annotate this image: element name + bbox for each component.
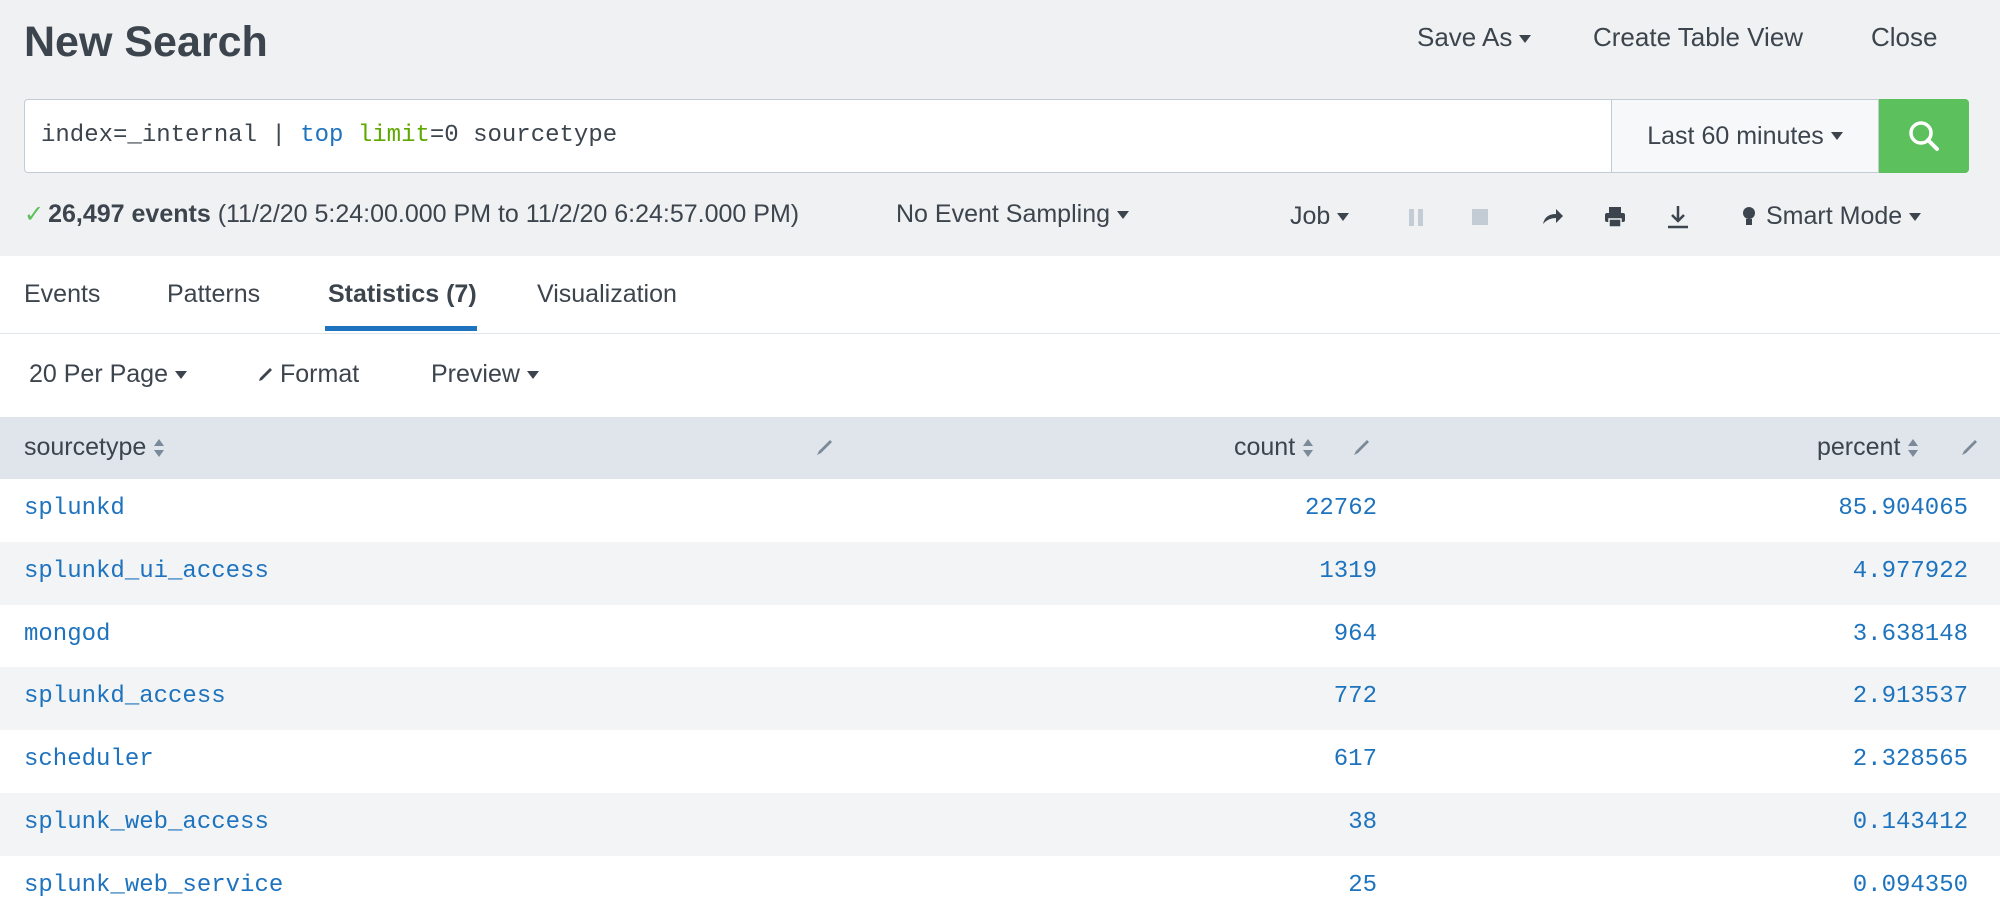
query-argument: limit xyxy=(357,122,430,149)
search-header: New Search Save As Create Table View Clo… xyxy=(0,0,2000,256)
chevron-down-icon xyxy=(1830,132,1843,140)
active-tab-indicator xyxy=(325,326,477,331)
print-icon[interactable] xyxy=(1600,202,1630,232)
search-icon xyxy=(1909,121,1939,151)
pencil-icon[interactable] xyxy=(813,437,835,459)
page-title: New Search xyxy=(24,18,268,66)
pencil-icon[interactable] xyxy=(1350,437,1372,459)
query-text: index=_internal xyxy=(41,122,272,149)
count-cell: 22762 xyxy=(1304,495,1377,522)
time-range-picker[interactable]: Last 60 minutes xyxy=(1611,99,1879,173)
sort-icon xyxy=(154,439,165,458)
search-button[interactable] xyxy=(1879,99,1969,173)
event-count: 26,497 events xyxy=(48,200,211,228)
count-cell: 617 xyxy=(1333,746,1377,774)
job-label: Job xyxy=(1290,202,1331,230)
save-as-menu[interactable]: Save As xyxy=(1417,22,1532,53)
table-body: splunkd 22762 85.904065 splunkd_ui_access 1… xyxy=(0,479,2000,919)
table-row: splunkd_access 772 2.913537 xyxy=(0,667,2000,731)
search-query[interactable]: index=_internal | top limit=0 sourcetype xyxy=(41,122,617,149)
per-page-menu[interactable]: 20 Per Page xyxy=(29,360,187,389)
sourcetype-cell[interactable]: splunk_web_access xyxy=(24,809,269,836)
results-toolbar: 20 Per Page Format Preview xyxy=(0,334,2000,417)
table-row: splunkd 22762 85.904065 xyxy=(0,479,2000,542)
event-sampling-menu[interactable]: No Event Sampling xyxy=(896,200,1130,229)
chevron-down-icon xyxy=(1909,213,1922,222)
query-text: =0 sourcetype xyxy=(429,122,618,149)
count-cell: 772 xyxy=(1333,683,1377,711)
percent-cell: 0.143412 xyxy=(1852,808,1968,836)
query-space xyxy=(343,122,357,149)
pencil-icon[interactable] xyxy=(1958,437,1980,459)
query-space xyxy=(286,122,300,149)
column-header-count[interactable]: count xyxy=(1234,433,1314,462)
stop-icon[interactable] xyxy=(1465,202,1495,232)
tab-patterns[interactable]: Patterns xyxy=(167,280,260,309)
chevron-down-icon xyxy=(175,371,187,380)
preview-menu[interactable]: Preview xyxy=(431,360,539,389)
job-menu[interactable]: Job xyxy=(1290,202,1350,231)
search-mode-label: Smart Mode xyxy=(1766,202,1903,230)
sourcetype-cell[interactable]: splunk_web_service xyxy=(24,872,283,899)
preview-label: Preview xyxy=(431,360,520,388)
percent-cell: 0.094350 xyxy=(1852,871,1968,899)
column-header-percent[interactable]: percent xyxy=(1817,433,1919,462)
sourcetype-cell[interactable]: splunkd_ui_access xyxy=(24,558,269,585)
search-input[interactable]: index=_internal | top limit=0 sourcetype xyxy=(24,99,1612,173)
chevron-down-icon xyxy=(1519,35,1532,44)
percent-cell: 3.638148 xyxy=(1852,620,1968,648)
search-mode-menu[interactable]: Smart Mode xyxy=(1740,202,1922,231)
tab-visualization[interactable]: Visualization xyxy=(537,280,677,309)
close-link[interactable]: Close xyxy=(1871,22,1937,53)
sourcetype-cell[interactable]: mongod xyxy=(24,621,110,648)
per-page-label: 20 Per Page xyxy=(29,360,168,388)
table-row: splunk_web_access 38 0.143412 xyxy=(0,792,2000,856)
format-label: Format xyxy=(280,360,360,388)
chevron-down-icon xyxy=(1337,213,1350,222)
chevron-down-icon xyxy=(1117,211,1130,220)
sourcetype-cell[interactable]: splunkd_access xyxy=(24,683,226,710)
count-cell: 25 xyxy=(1348,871,1377,899)
chevron-down-icon xyxy=(526,371,539,380)
count-cell: 38 xyxy=(1348,808,1377,836)
percent-cell: 2.913537 xyxy=(1852,683,1968,711)
percent-cell: 85.904065 xyxy=(1838,495,1968,522)
column-header-sourcetype[interactable]: sourcetype xyxy=(24,433,165,462)
sourcetype-cell[interactable]: splunkd xyxy=(24,495,125,522)
event-summary: ✓ 26,497 events (11/2/20 5:24:00.000 PM t… xyxy=(24,200,799,229)
table-row: splunkd_ui_access 1319 4.977922 xyxy=(0,541,2000,605)
count-cell: 964 xyxy=(1333,620,1377,648)
results-tabs: Events Patterns Statistics (7) Visualiza… xyxy=(0,256,2000,334)
table-row: scheduler 617 2.328565 xyxy=(0,730,2000,793)
column-label: percent xyxy=(1817,433,1901,461)
percent-cell: 2.328565 xyxy=(1852,746,1968,774)
export-icon[interactable] xyxy=(1663,202,1693,232)
event-sampling-label: No Event Sampling xyxy=(896,200,1111,228)
count-cell: 1319 xyxy=(1319,557,1377,585)
sort-icon xyxy=(1908,439,1919,458)
query-command: top xyxy=(300,122,344,149)
column-label: sourcetype xyxy=(24,433,147,461)
format-menu[interactable]: Format xyxy=(256,360,359,389)
time-range-text: (11/2/20 5:24:00.000 PM to 11/2/20 6:24:… xyxy=(217,200,800,228)
pencil-icon xyxy=(259,368,272,382)
lightbulb-icon xyxy=(1743,207,1755,226)
save-as-label: Save As xyxy=(1417,22,1513,52)
percent-cell: 4.977922 xyxy=(1852,557,1968,585)
sourcetype-cell[interactable]: scheduler xyxy=(24,746,154,773)
sort-icon xyxy=(1303,439,1314,458)
table-row: mongod 964 3.638148 xyxy=(0,604,2000,668)
tab-statistics[interactable]: Statistics (7) xyxy=(328,280,477,309)
check-icon: ✓ xyxy=(24,201,45,228)
create-table-view-link[interactable]: Create Table View xyxy=(1593,22,1803,53)
tab-events[interactable]: Events xyxy=(24,280,100,309)
table-header: sourcetype count percent xyxy=(0,417,2000,479)
time-range-label: Last 60 minutes xyxy=(1647,121,1824,150)
query-pipe: | xyxy=(271,122,286,149)
pause-icon[interactable] xyxy=(1401,202,1431,232)
statistics-table: sourcetype count percent splunkd 22762 85.… xyxy=(0,417,2000,919)
share-icon[interactable] xyxy=(1537,202,1567,232)
table-row: splunk_web_service 25 0.094350 xyxy=(0,855,2000,919)
column-label: count xyxy=(1234,433,1296,461)
